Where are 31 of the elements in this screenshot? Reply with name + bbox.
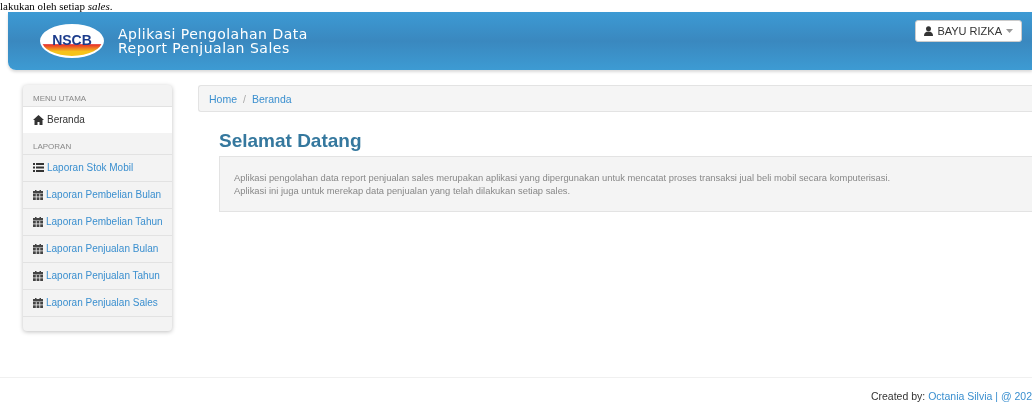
breadcrumb-link[interactable]: Beranda bbox=[251, 92, 292, 105]
breadcrumb-separator: / bbox=[243, 92, 246, 105]
app-title: Report Penjualan Sales bbox=[118, 41, 291, 55]
caret-icon bbox=[1006, 29, 1013, 33]
sidebar-item[interactable]: Beranda bbox=[23, 106, 172, 133]
footer-text: Created by: bbox=[870, 390, 926, 402]
document-text: lakukan oleh setiap sales. bbox=[0, 0, 114, 12]
author-link[interactable]: Octania Silvia | @ 202 bbox=[928, 390, 1032, 402]
sidebar-item[interactable]: Laporan Stok Mobil bbox=[23, 154, 172, 181]
calendar-icon bbox=[33, 217, 43, 227]
calendar-icon bbox=[33, 298, 43, 308]
sidebar-item[interactable]: Laporan Penjualan Bulan bbox=[23, 235, 172, 262]
sidebar-item[interactable]: Laporan Pembelian Bulan bbox=[23, 181, 172, 208]
calendar-icon bbox=[33, 271, 43, 281]
welcome-text: Aplikasi pengolahan data report penjualan sales merupakan aplikasi yang dipergunakan untuk mencatat proses transaksi jual beli mobil secara komputerisasi. bbox=[234, 171, 892, 184]
logo: NSCB bbox=[40, 24, 104, 58]
section-heading: MENU UTAMA bbox=[32, 93, 88, 105]
app-title: Aplikasi Pengolahan Data bbox=[118, 27, 308, 41]
breadcrumb-link[interactable]: Home bbox=[209, 92, 237, 105]
calendar-icon bbox=[33, 190, 43, 200]
user-menu-button[interactable]: BAYU RIZKA bbox=[915, 20, 1022, 42]
sidebar-item[interactable]: Laporan Penjualan Sales bbox=[23, 289, 172, 316]
list-icon bbox=[33, 163, 44, 172]
welcome-text: Aplikasi ini juga untuk merekap data penjualan yang telah dilakukan setiap sales. bbox=[234, 184, 572, 197]
sidebar-item[interactable]: Laporan Pembelian Tahun bbox=[23, 208, 172, 235]
sidebar-item[interactable]: Laporan Penjualan Tahun bbox=[23, 262, 172, 289]
user-icon bbox=[924, 26, 934, 36]
calendar-icon bbox=[33, 244, 43, 254]
home-icon bbox=[33, 115, 44, 125]
section-heading: LAPORAN bbox=[32, 141, 73, 153]
page-heading: Selamat Datang bbox=[219, 130, 363, 152]
